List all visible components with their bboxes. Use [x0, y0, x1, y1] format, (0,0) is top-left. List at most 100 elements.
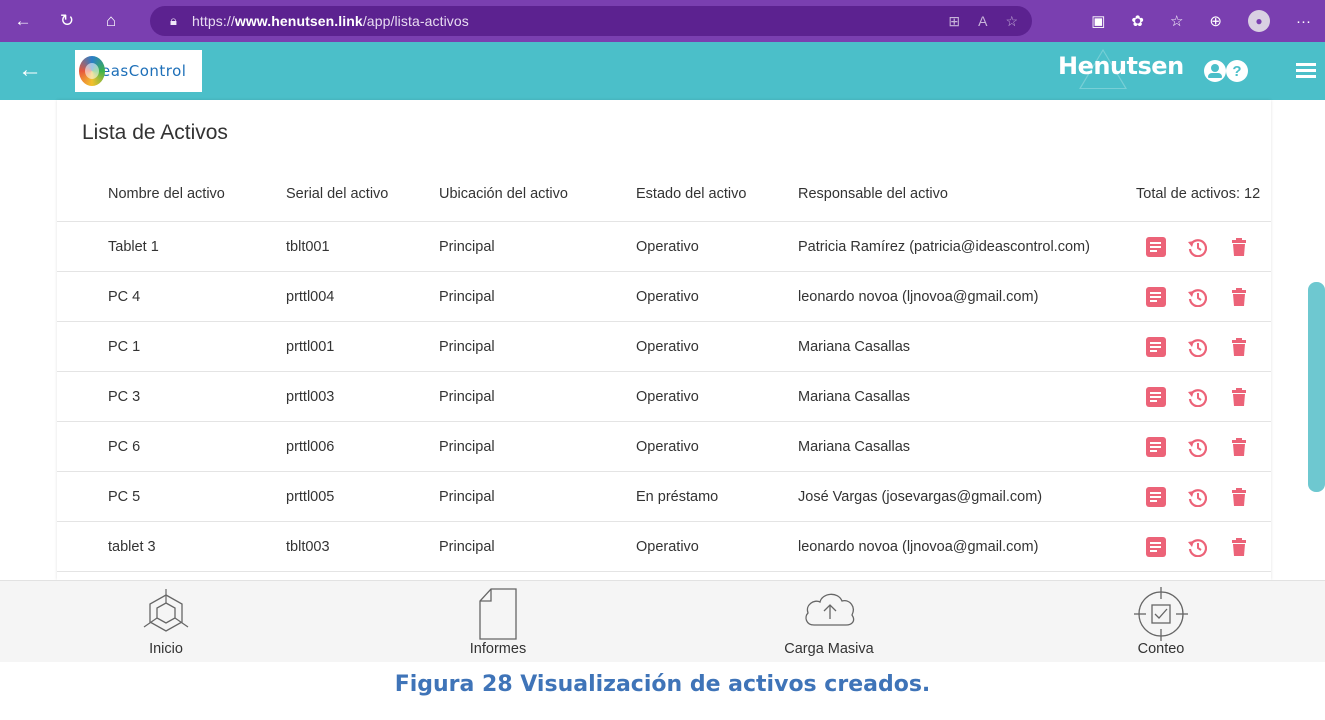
table-row[interactable]: PC 6 prttl006 Principal Operativo Mariana Ca…	[57, 421, 1271, 471]
history-icon[interactable]	[1187, 487, 1207, 507]
trash-icon[interactable]	[1229, 287, 1249, 307]
detail-icon[interactable]	[1146, 237, 1166, 257]
read-aloud-icon[interactable]: A	[978, 13, 987, 29]
back-arrow-icon[interactable]: ←	[18, 56, 46, 84]
address-bar[interactable]: 🔒︎ https://www.henutsen.link/app/lista-a…	[150, 6, 1032, 36]
fingerprint-logo-icon	[79, 56, 105, 86]
column-header-serial: Serial del activo	[286, 186, 389, 202]
more-icon[interactable]: ···	[1296, 13, 1311, 30]
cell-name: PC 5	[108, 489, 141, 505]
assets-card: Lista de Activos Nombre del activo Seria…	[57, 100, 1271, 580]
scrollbar-thumb[interactable]	[1308, 282, 1325, 492]
cell-name: PC 6	[108, 439, 141, 455]
table-row[interactable]: Tablet 1 tblt001 Principal Operativo Patrici…	[57, 221, 1271, 271]
table-row[interactable]: PC 1 prttl001 Principal Operativo Mariana Ca…	[57, 321, 1271, 371]
cell-status: Operativo	[636, 389, 699, 405]
collections-icon[interactable]: ⊕	[1209, 12, 1222, 30]
target-check-icon	[1134, 587, 1188, 641]
browser-toolbar: ← ↻ ⌂ 🔒︎ https://www.henutsen.link/app/l…	[0, 0, 1325, 42]
trash-icon[interactable]	[1229, 537, 1249, 557]
nav-label-inicio: Inicio	[149, 641, 183, 657]
browser-refresh-icon[interactable]: ↻	[52, 6, 82, 36]
nav-label-carga-masiva: Carga Masiva	[784, 641, 874, 657]
table-row[interactable]	[57, 571, 1271, 580]
detail-icon[interactable]	[1146, 387, 1166, 407]
bottom-nav: Inicio Informes Carga Masiva Conteo	[0, 580, 1325, 662]
cell-status: Operativo	[636, 239, 699, 255]
detail-icon[interactable]	[1146, 537, 1166, 557]
favorites-icon[interactable]: ☆	[1170, 12, 1183, 30]
trash-icon[interactable]	[1229, 437, 1249, 457]
cube-icon	[143, 589, 189, 632]
add-favorite-icon[interactable]: ☆	[1005, 13, 1018, 30]
cell-serial: tblt001	[286, 239, 330, 255]
detail-icon[interactable]	[1146, 437, 1166, 457]
menu-icon[interactable]	[1296, 60, 1316, 82]
trash-icon[interactable]	[1229, 337, 1249, 357]
nav-item-conteo[interactable]: Conteo	[1111, 581, 1211, 663]
column-header-name: Nombre del activo	[108, 186, 225, 202]
cell-name: Tablet 1	[108, 239, 159, 255]
cell-serial: prttl004	[286, 289, 335, 305]
table-row[interactable]: PC 4 prttl004 Principal Operativo leonardo n…	[57, 271, 1271, 321]
cell-owner: leonardo novoa (ljnovoa@gmail.com)	[798, 539, 1039, 555]
nav-label-informes: Informes	[469, 641, 527, 657]
company-logo: easControl	[75, 50, 202, 92]
cell-name: PC 3	[108, 389, 141, 405]
help-icon[interactable]: ?	[1226, 60, 1248, 82]
nav-label-conteo: Conteo	[1137, 641, 1185, 657]
cell-owner: José Vargas (josevargas@gmail.com)	[798, 489, 1043, 505]
history-icon[interactable]	[1187, 287, 1207, 307]
detail-icon[interactable]	[1146, 487, 1166, 507]
cell-status: Operativo	[636, 339, 699, 355]
history-icon[interactable]	[1187, 537, 1207, 557]
profile-avatar[interactable]: ●	[1248, 10, 1270, 32]
nav-item-carga-masiva[interactable]: Carga Masiva	[769, 581, 889, 663]
detail-icon[interactable]	[1146, 337, 1166, 357]
grid-icon[interactable]: ⊞	[948, 13, 960, 30]
brand-name: Henutsen	[1058, 52, 1184, 80]
trash-icon[interactable]	[1229, 237, 1249, 257]
app-header: ← easControl Henutsen ?	[0, 42, 1325, 100]
cell-status: Operativo	[636, 439, 699, 455]
cell-serial: prttl006	[286, 439, 335, 455]
page-title: Lista de Activos	[82, 121, 228, 144]
address-icons: ⊞ A ☆	[948, 6, 1018, 36]
extensions-icon[interactable]: ▣	[1091, 12, 1105, 30]
browser-back-icon[interactable]: ←	[8, 6, 38, 36]
trash-icon[interactable]	[1229, 487, 1249, 507]
cell-name: PC 1	[108, 339, 141, 355]
cell-location: Principal	[439, 439, 495, 455]
cell-name: tablet 3	[108, 539, 156, 555]
cell-owner: Mariana Casallas	[798, 339, 911, 355]
cell-serial: tblt003	[286, 539, 330, 555]
column-header-location: Ubicación del activo	[439, 186, 568, 202]
nav-item-inicio[interactable]: Inicio	[116, 581, 216, 663]
cell-owner: Mariana Casallas	[798, 389, 911, 405]
browser-right-icons: ▣ ✿ ☆ ⊕ ● ···	[1091, 0, 1311, 42]
lock-icon: 🔒︎	[170, 13, 177, 28]
cell-name: PC 4	[108, 289, 141, 305]
history-icon[interactable]	[1187, 237, 1207, 257]
user-icon[interactable]	[1204, 60, 1226, 82]
cell-location: Principal	[439, 289, 495, 305]
detail-icon[interactable]	[1146, 287, 1166, 307]
history-icon[interactable]	[1187, 337, 1207, 357]
history-icon[interactable]	[1187, 437, 1207, 457]
cell-location: Principal	[439, 539, 495, 555]
logo-text: easControl	[101, 62, 187, 80]
table-row[interactable]: PC 5 prttl005 Principal En préstamo José Var…	[57, 471, 1271, 521]
cell-status: Operativo	[636, 539, 699, 555]
trash-icon[interactable]	[1229, 387, 1249, 407]
nav-item-informes[interactable]: Informes	[448, 581, 548, 663]
column-header-status: Estado del activo	[636, 186, 747, 202]
cell-location: Principal	[439, 239, 495, 255]
puzzle-icon[interactable]: ✿	[1131, 12, 1144, 30]
history-icon[interactable]	[1187, 387, 1207, 407]
table-row[interactable]: tablet 3 tblt003 Principal Operativo leonard…	[57, 521, 1271, 571]
cell-status: En préstamo	[636, 489, 719, 505]
browser-home-icon[interactable]: ⌂	[96, 6, 126, 36]
cell-location: Principal	[439, 489, 495, 505]
cloud-upload-icon	[805, 593, 855, 626]
table-row[interactable]: PC 3 prttl003 Principal Operativo Mariana Ca…	[57, 371, 1271, 421]
